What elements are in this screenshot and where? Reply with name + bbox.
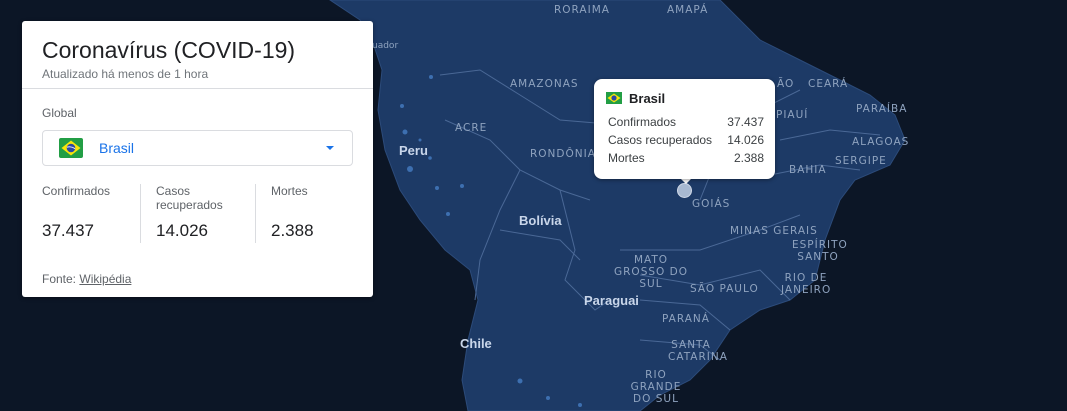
map-label-rio-de-janeiro: RIO DE JANEIRO	[781, 272, 832, 296]
map-label-paraiba: PARAÍBA	[856, 103, 908, 115]
map-label-santa-catarina: SANTA CATARINA	[668, 339, 728, 363]
source-prefix: Fonte:	[42, 272, 77, 286]
card-title: Coronavírus (COVID-19)	[42, 37, 296, 63]
map-label-sao-paulo: SÃO PAULO	[690, 283, 759, 295]
scope-label: Global	[42, 106, 77, 120]
wikipedia-link[interactable]: Wikipédia	[79, 272, 131, 286]
tooltip-row-label: Casos recuperados	[608, 133, 713, 147]
tooltip-row-label: Mortes	[608, 151, 645, 165]
map-label-piaui: PIAUÍ	[776, 109, 809, 121]
country-label-peru: Peru	[399, 143, 428, 158]
stat-recovered: Casos recuperados 14.026	[156, 184, 254, 244]
selected-country: Brasil	[99, 140, 135, 156]
map-label-bahia: BAHIA	[789, 164, 827, 176]
tooltip-row-value: 37.437	[727, 115, 764, 129]
tooltip-row-confirmed: Confirmados 37.437	[608, 115, 764, 129]
stat-confirmed: Confirmados 37.437	[42, 184, 140, 244]
map-label-minas-gerais: MINAS GERAIS	[730, 225, 818, 237]
brazil-flag-icon	[606, 92, 622, 104]
covid-info-card: Coronavírus (COVID-19) Atualizado há men…	[22, 21, 373, 297]
map-label-alagoas: ALAGOAS	[852, 136, 910, 148]
brazil-location-marker[interactable]	[677, 183, 692, 198]
tooltip-row-value: 2.388	[733, 151, 764, 165]
map-label-partial-ao: ÃO	[777, 78, 795, 90]
stat-divider	[255, 184, 256, 243]
map-label-rondonia: RONDÔNIA	[530, 148, 596, 160]
card-divider	[22, 88, 373, 89]
map-label-partial-uador: uador	[372, 41, 399, 51]
country-tooltip: Brasil Confirmados 37.437 Casos recupera…	[594, 79, 775, 179]
last-updated-text: Atualizado há menos de 1 hora	[42, 67, 209, 81]
brazil-flag-icon	[59, 138, 83, 158]
country-label-paraguai: Paraguai	[584, 293, 639, 308]
country-selector[interactable]: Brasil	[42, 130, 353, 166]
tooltip-row-label: Confirmados	[608, 115, 677, 129]
chevron-down-icon[interactable]	[326, 146, 334, 150]
stat-value: 14.026	[156, 221, 208, 240]
map-label-rio-grande-do-sul: RIO GRANDE DO SUL	[630, 369, 682, 405]
map-label-amazonas: AMAZONAS	[510, 78, 579, 90]
tooltip-row-value: 14.026	[727, 133, 764, 147]
map-label-ceara: CEARÁ	[808, 78, 849, 90]
tooltip-title: Brasil	[629, 91, 666, 106]
stat-value: 37.437	[42, 221, 94, 240]
source-line: Fonte: Wikipédia	[42, 272, 131, 286]
stat-deaths: Mortes 2.388	[271, 184, 351, 244]
stat-value: 2.388	[271, 221, 314, 240]
map-label-parana: PARANÁ	[662, 313, 710, 325]
map-label-espirito-santo: ESPÍRITO SANTO	[792, 239, 848, 263]
map-label-acre: ACRE	[455, 122, 488, 134]
map-label-roraima: RORAIMA	[554, 4, 610, 16]
tooltip-row-recovered: Casos recuperados 14.026	[608, 133, 764, 147]
map-label-mato-grosso-do-sul: MATO GROSSO DO SUL	[614, 254, 688, 290]
map-label-goias: GOIÁS	[692, 198, 731, 210]
country-label-chile: Chile	[460, 336, 492, 351]
country-label-bolivia: Bolívia	[519, 213, 562, 228]
stat-label: Casos recuperados	[156, 184, 223, 212]
map-label-amapa: AMAPÁ	[667, 4, 709, 16]
tooltip-row-deaths: Mortes 2.388	[608, 151, 764, 165]
stat-divider	[140, 184, 141, 243]
stat-label: Mortes	[271, 184, 308, 198]
stat-label: Confirmados	[42, 184, 111, 198]
map-label-sergipe: SERGIPE	[835, 155, 887, 167]
